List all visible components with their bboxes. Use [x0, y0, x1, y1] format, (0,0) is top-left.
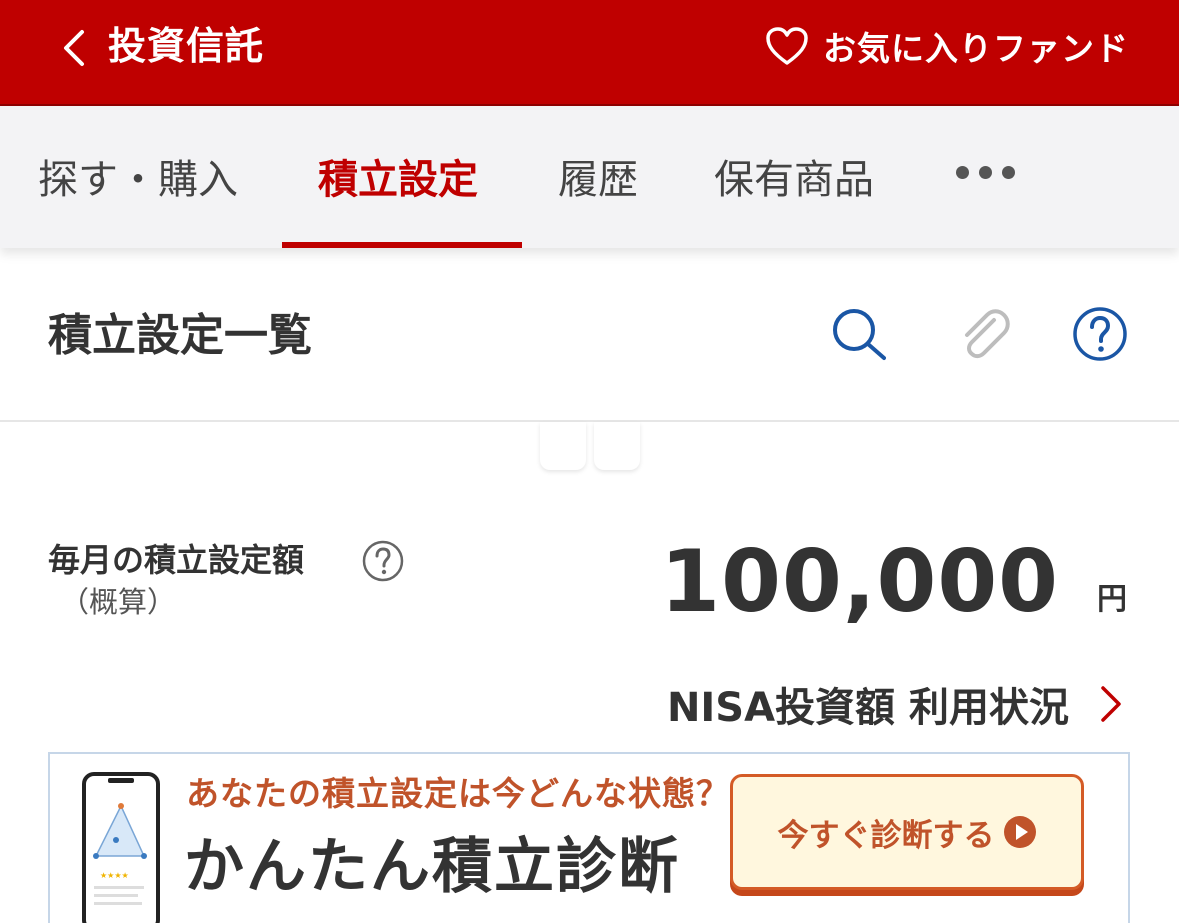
scroll-handle-right[interactable]: [594, 422, 640, 470]
monthly-amount-sublabel: （概算）: [60, 585, 177, 619]
more-dot-icon: [956, 166, 969, 179]
chevron-left-icon: [64, 30, 84, 66]
search-button[interactable]: [830, 306, 886, 362]
section-divider: [0, 420, 1179, 422]
phone-chart-illustration: ★★★★: [93, 778, 147, 905]
question-circle-icon: [362, 540, 404, 582]
favorite-funds-link[interactable]: お気に入りファンド: [765, 22, 1129, 70]
heart-icon: [766, 27, 808, 65]
amount-help-button[interactable]: [362, 540, 404, 582]
tab-history[interactable]: 履歴: [558, 152, 638, 208]
favorite-funds-label: お気に入りファンド: [823, 29, 1129, 68]
active-tab-indicator: [282, 242, 522, 248]
app-header: 投資信託 お気に入りファンド: [0, 0, 1179, 104]
scroll-handle-left[interactable]: [540, 422, 586, 470]
more-tabs-button[interactable]: [956, 166, 1015, 179]
question-circle-icon: [1073, 307, 1127, 361]
nisa-usage-label: NISA投資額 利用状況: [666, 685, 1069, 731]
monthly-amount-value: 100,000: [660, 532, 1059, 632]
more-dot-icon: [1002, 166, 1015, 179]
nisa-usage-link[interactable]: NISA投資額 利用状況: [667, 676, 1123, 732]
back-button[interactable]: [56, 20, 96, 76]
tab-recurring-settings[interactable]: 積立設定: [318, 152, 478, 208]
monthly-amount-label: 毎月の積立設定額: [48, 541, 305, 579]
paperclip-icon: [965, 309, 1010, 359]
section-title: 積立設定一覧: [48, 310, 312, 361]
diagnosis-banner[interactable]: ★★★★ あなたの積立設定は今どんな状態？ かんたん積立診断 今すぐ診断する: [48, 752, 1130, 923]
chevron-right-icon: [1101, 686, 1121, 722]
phone-illustration: ★★★★: [82, 772, 160, 923]
svg-text:★★★★: ★★★★: [100, 871, 129, 880]
currency-unit: 円: [1097, 582, 1127, 617]
start-diagnosis-button[interactable]: 今すぐ診断する: [730, 774, 1084, 890]
tab-holdings[interactable]: 保有商品: [714, 152, 874, 208]
start-diagnosis-label: 今すぐ診断する: [777, 817, 995, 854]
attachment-button[interactable]: [954, 306, 1010, 362]
tab-search-purchase[interactable]: 探す・購入: [38, 152, 238, 208]
search-icon: [833, 309, 886, 360]
help-button[interactable]: [1072, 306, 1128, 362]
banner-question: あなたの積立設定は今どんな状態？: [186, 774, 730, 813]
play-circle-icon: [1003, 816, 1036, 848]
banner-title: かんたん積立診断: [184, 832, 680, 902]
more-dot-icon: [979, 166, 992, 179]
page-title: 投資信託: [108, 24, 265, 68]
